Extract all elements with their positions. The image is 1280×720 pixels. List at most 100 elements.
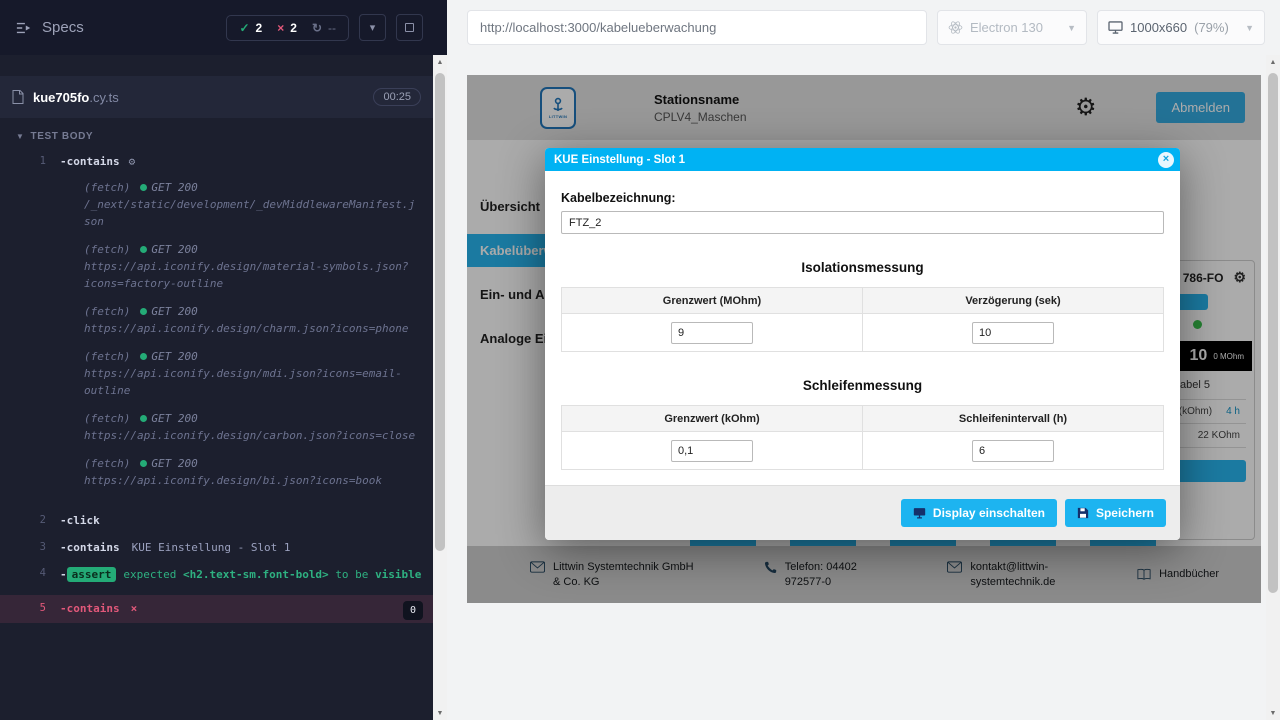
url-bar	[467, 10, 927, 45]
cable-designation-label: Kabelbezeichnung:	[561, 191, 1164, 205]
cypress-reporter: Specs ✓2 ×2 ↻-- ▾ kue705fo.cy.ts 00:25 ▼…	[0, 0, 433, 720]
check-icon: ✓	[239, 21, 249, 35]
scroll-up-icon[interactable]: ▲	[1266, 55, 1280, 69]
fail-x-icon: ×	[131, 602, 138, 615]
error-count-badge: 0	[403, 601, 423, 620]
viewport-size: 1000x660	[1130, 20, 1187, 35]
command-row[interactable]: 3 containsKUE Einstellung - Slot 1	[0, 535, 433, 562]
assert-state: visible	[375, 568, 421, 581]
monitor-icon	[1108, 21, 1123, 34]
loop-section-title: Schleifenmessung	[561, 378, 1164, 393]
fetch-url: https://api.iconify.design/charm.json?ic…	[84, 322, 409, 335]
loop-grenzwert-input[interactable]	[671, 440, 753, 462]
test-body-toggle[interactable]: ▼ TEST BODY	[0, 118, 433, 149]
assert-selector: <h2.text-sm.font-bold>	[183, 568, 329, 581]
status-dot-icon	[140, 415, 147, 422]
loop-col-grenzwert: Grenzwert (kOhm)	[562, 406, 863, 432]
spec-basename: kue705fo	[33, 90, 89, 105]
browser-selector[interactable]: Electron 130 ▼	[937, 10, 1087, 45]
modal-footer: Display einschalten Speichern	[545, 485, 1180, 540]
fetch-status: GET 200	[151, 457, 197, 470]
iso-grenzwert-input[interactable]	[671, 322, 753, 344]
scrollbar-thumb[interactable]	[1268, 73, 1278, 593]
command-number: 1	[20, 154, 46, 170]
command-row[interactable]: 1 contains⚙	[0, 149, 433, 176]
command-name: click	[60, 514, 100, 527]
save-button[interactable]: Speichern	[1065, 499, 1166, 527]
command-argument: KUE Einstellung - Slot 1	[132, 541, 291, 554]
electron-icon	[948, 20, 963, 35]
command-name: contains	[60, 602, 120, 615]
loop-intervall-input[interactable]	[972, 440, 1054, 462]
fetch-entry[interactable]: (fetch) GET 200 https://api.iconify.desig…	[84, 241, 419, 292]
fetch-prefix: (fetch)	[84, 243, 130, 256]
command-row-assert[interactable]: 4 assertexpected <h2.text-sm.font-bold> …	[0, 561, 433, 590]
stat-pending[interactable]: ↻--	[312, 21, 336, 35]
specs-menu-icon[interactable]	[16, 21, 32, 35]
scroll-down-icon[interactable]: ▼	[1266, 706, 1280, 720]
collapse-runs-button[interactable]: ▾	[359, 14, 386, 41]
fetch-entry[interactable]: (fetch)GET 200 https://api.iconify.desig…	[84, 303, 419, 337]
pending-count: --	[328, 21, 336, 35]
cable-designation-input[interactable]	[561, 211, 1164, 234]
command-row[interactable]: 2 click	[0, 508, 433, 535]
fetch-status: GET 200	[151, 350, 197, 363]
fetch-url: https://api.iconify.design/material-symb…	[84, 260, 409, 290]
save-label: Speichern	[1096, 506, 1154, 520]
chevron-down-icon: ▼	[16, 132, 25, 141]
modal-body: Kabelbezeichnung: Isolationsmessung Gren…	[545, 171, 1180, 485]
command-row-failed[interactable]: 5 contains× 0	[0, 595, 433, 624]
spec-duration: 00:25	[373, 88, 421, 106]
stop-button[interactable]	[396, 14, 423, 41]
fetch-entry[interactable]: (fetch)GET 200 https://api.iconify.desig…	[84, 455, 419, 489]
command-name: contains	[60, 541, 120, 554]
iso-verzoegerung-input[interactable]	[972, 322, 1054, 344]
specs-label[interactable]: Specs	[42, 19, 84, 36]
status-dot-icon	[140, 353, 147, 360]
scroll-up-icon[interactable]: ▲	[433, 55, 447, 69]
iso-col-verzoegerung: Verzögerung (sek)	[863, 288, 1164, 314]
isolation-section-title: Isolationsmessung	[561, 260, 1164, 275]
spec-row[interactable]: kue705fo.cy.ts 00:25	[0, 76, 433, 118]
page-scrollbar[interactable]: ▲ ▼	[1266, 55, 1280, 720]
status-dot-icon	[140, 184, 147, 191]
loop-table: Grenzwert (kOhm) Schleifenintervall (h)	[561, 405, 1164, 470]
stop-icon	[405, 23, 414, 32]
fetch-prefix: (fetch)	[84, 305, 130, 318]
status-dot-icon	[140, 246, 147, 253]
command-number: 4	[20, 566, 46, 582]
modal-title: KUE Einstellung - Slot 1	[554, 154, 685, 166]
fetch-log: (fetch)GET 200 /_next/static/development…	[0, 176, 433, 509]
fetch-status: GET 200	[151, 243, 197, 256]
chevron-down-icon: ▾	[370, 21, 376, 34]
command-log: 1 contains⚙ (fetch)GET 200 /_next/static…	[0, 149, 433, 623]
file-icon	[12, 90, 24, 104]
spec-extension: .cy.ts	[89, 90, 118, 105]
assert-expected: expected	[123, 568, 176, 581]
fetch-entry[interactable]: (fetch)GET 200 https://api.iconify.desig…	[84, 410, 419, 444]
sidebar-scrollbar[interactable]: ▲ ▼	[433, 55, 447, 720]
fetch-status: GET 200	[151, 412, 197, 425]
failed-count: 2	[290, 21, 297, 35]
url-input[interactable]	[480, 20, 914, 35]
scrollbar-cap	[433, 0, 447, 55]
spec-name: kue705fo.cy.ts	[33, 90, 119, 105]
test-stats: ✓2 ×2 ↻--	[226, 15, 349, 41]
fetch-prefix: (fetch)	[84, 181, 130, 194]
fetch-prefix: (fetch)	[84, 350, 130, 363]
stat-passed[interactable]: ✓2	[239, 21, 262, 35]
close-icon[interactable]: ×	[1158, 152, 1174, 168]
viewport-selector[interactable]: 1000x660 (79%) ▼	[1097, 10, 1265, 45]
browser-name: Electron 130	[970, 20, 1043, 35]
fetch-url: https://api.iconify.design/carbon.json?i…	[84, 429, 415, 442]
scrollbar-thumb[interactable]	[435, 73, 445, 551]
isolation-table: Grenzwert (MOhm) Verzögerung (sek)	[561, 287, 1164, 352]
iso-col-grenzwert: Grenzwert (MOhm)	[562, 288, 863, 314]
scroll-down-icon[interactable]: ▼	[433, 706, 447, 720]
reporter-header: Specs ✓2 ×2 ↻-- ▾	[0, 0, 433, 55]
fetch-entry[interactable]: (fetch)GET 200 https://api.iconify.desig…	[84, 348, 419, 399]
display-on-button[interactable]: Display einschalten	[901, 499, 1057, 527]
stat-failed[interactable]: ×2	[277, 21, 297, 35]
fetch-entry[interactable]: (fetch)GET 200 /_next/static/development…	[84, 179, 419, 230]
fetch-url: https://api.iconify.design/bi.json?icons…	[84, 474, 382, 487]
